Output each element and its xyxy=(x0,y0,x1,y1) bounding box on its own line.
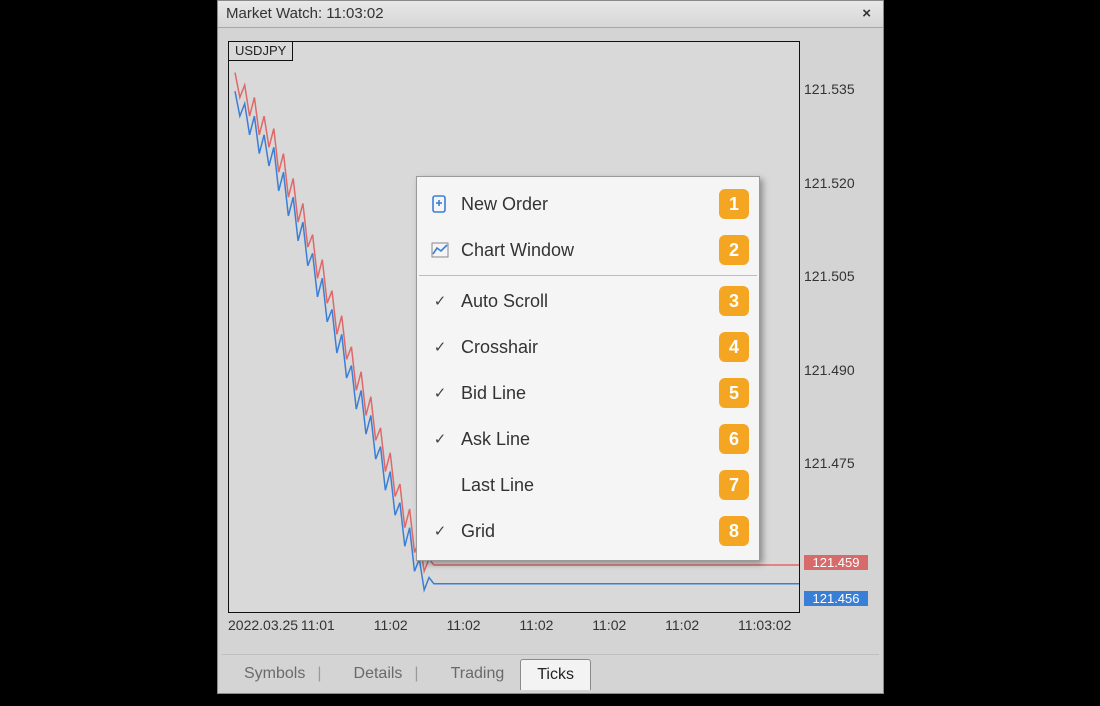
check-icon: ✓ xyxy=(425,384,455,402)
tab-symbols[interactable]: Symbols| xyxy=(228,659,338,689)
menu-item-crosshair[interactable]: ✓Crosshair4 xyxy=(417,324,759,370)
menu-item-grid[interactable]: ✓Grid8 xyxy=(417,508,759,554)
menu-item-auto-scroll[interactable]: ✓Auto Scroll3 xyxy=(417,278,759,324)
menu-item-label: Ask Line xyxy=(455,429,719,450)
menu-item-label: Chart Window xyxy=(455,240,719,261)
menu-item-label: New Order xyxy=(455,194,719,215)
close-icon[interactable]: × xyxy=(858,1,875,27)
menu-item-label: Bid Line xyxy=(455,383,719,404)
menu-item-badge: 3 xyxy=(719,286,749,316)
tab-ticks[interactable]: Ticks xyxy=(520,659,591,690)
menu-item-badge: 1 xyxy=(719,189,749,219)
check-icon: ✓ xyxy=(425,338,455,356)
check-icon: ✓ xyxy=(425,292,455,310)
window-title: Market Watch: 11:03:02 xyxy=(226,1,384,27)
tab-trading[interactable]: Trading xyxy=(435,659,521,689)
menu-item-label: Auto Scroll xyxy=(455,291,719,312)
new-order-icon xyxy=(425,194,455,214)
bid-price-label: 121.456 xyxy=(804,591,868,606)
y-tick: 121.520 xyxy=(804,175,855,191)
menu-item-ask-line[interactable]: ✓Ask Line6 xyxy=(417,416,759,462)
menu-item-badge: 5 xyxy=(719,378,749,408)
y-tick: 121.490 xyxy=(804,362,855,378)
y-tick: 121.535 xyxy=(804,81,855,97)
chart-icon xyxy=(425,240,455,260)
menu-item-new-order[interactable]: New Order1 xyxy=(417,181,759,227)
menu-item-badge: 6 xyxy=(719,424,749,454)
context-menu[interactable]: New Order1Chart Window2✓Auto Scroll3✓Cro… xyxy=(416,176,760,561)
menu-item-bid-line[interactable]: ✓Bid Line5 xyxy=(417,370,759,416)
x-axis: 2022.03.2511:01 11:02 11:02 11:02 11:02 11:02… xyxy=(228,617,868,637)
menu-item-chart-window[interactable]: Chart Window2 xyxy=(417,227,759,273)
menu-item-badge: 7 xyxy=(719,470,749,500)
title-bar: Market Watch: 11:03:02 × xyxy=(218,1,883,28)
menu-item-badge: 4 xyxy=(719,332,749,362)
market-watch-panel: Market Watch: 11:03:02 × USDJPY 121.5351… xyxy=(217,0,884,694)
x-tick: 11:02 xyxy=(665,617,699,633)
menu-item-last-line[interactable]: Last Line7 xyxy=(417,462,759,508)
x-tick: 11:02 xyxy=(447,617,481,633)
menu-item-badge: 8 xyxy=(719,516,749,546)
x-tick: 11:02 xyxy=(592,617,626,633)
check-icon: ✓ xyxy=(425,522,455,540)
x-tick: 2022.03.25 xyxy=(228,617,298,633)
tab-details[interactable]: Details| xyxy=(338,659,435,689)
menu-item-label: Crosshair xyxy=(455,337,719,358)
y-tick: 121.505 xyxy=(804,268,855,284)
tab-bar: Symbols|Details|TradingTicks xyxy=(222,654,879,689)
y-tick: 121.475 xyxy=(804,455,855,471)
check-icon: ✓ xyxy=(425,430,455,448)
x-tick: 11:01 xyxy=(301,617,335,633)
y-axis: 121.535 121.520 121.505 121.490 121.475 xyxy=(804,41,876,611)
x-tick: 11:02 xyxy=(374,617,408,633)
menu-item-label: Last Line xyxy=(455,475,719,496)
menu-item-label: Grid xyxy=(455,521,719,542)
menu-divider xyxy=(419,275,757,276)
ask-price-label: 121.459 xyxy=(804,555,868,570)
menu-item-badge: 2 xyxy=(719,235,749,265)
x-tick: 11:03:02 xyxy=(738,617,791,633)
x-tick: 11:02 xyxy=(519,617,553,633)
